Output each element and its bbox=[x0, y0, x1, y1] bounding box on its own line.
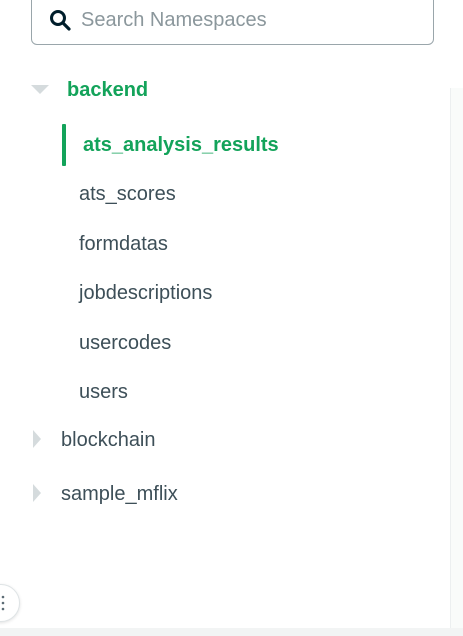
collection-label: users bbox=[79, 381, 128, 403]
database-label: sample_mflix bbox=[61, 483, 178, 505]
database-label: backend bbox=[67, 79, 149, 101]
collection-label: jobdescriptions bbox=[79, 282, 213, 304]
collection-label: usercodes bbox=[79, 332, 172, 354]
search-icon bbox=[50, 10, 71, 31]
collection-item-usercodes[interactable]: usercodes bbox=[62, 331, 432, 367]
collection-item-users[interactable]: users bbox=[62, 380, 432, 416]
collection-item-jobdescriptions[interactable]: jobdescriptions bbox=[62, 281, 432, 317]
database-item-backend[interactable]: backend bbox=[29, 78, 429, 112]
panel-resize-handle[interactable] bbox=[0, 584, 20, 622]
collection-label: formdatas bbox=[79, 233, 168, 255]
database-item-blockchain[interactable]: blockchain bbox=[29, 428, 429, 462]
collection-item-formdatas[interactable]: formdatas bbox=[62, 232, 432, 268]
bottom-border bbox=[0, 628, 463, 636]
vertical-dots-icon bbox=[1, 595, 5, 611]
collection-label: ats_analysis_results bbox=[83, 134, 279, 156]
database-label: blockchain bbox=[61, 429, 156, 451]
caret-right-icon[interactable] bbox=[29, 483, 49, 503]
collection-label: ats_scores bbox=[79, 183, 176, 205]
collection-item-ats-scores[interactable]: ats_scores bbox=[62, 182, 432, 218]
collection-item-ats-analysis-results[interactable]: ats_analysis_results bbox=[62, 124, 432, 169]
active-indicator bbox=[62, 124, 66, 166]
caret-down-icon[interactable] bbox=[30, 80, 50, 100]
database-item-sample-mflix[interactable]: sample_mflix bbox=[29, 482, 429, 516]
caret-right-icon[interactable] bbox=[29, 429, 49, 449]
namespace-sidebar: backend ats_analysis_results ats_scores … bbox=[0, 0, 463, 636]
search-input[interactable] bbox=[81, 5, 411, 35]
scroll-gutter bbox=[450, 88, 463, 628]
search-field[interactable] bbox=[31, 0, 434, 45]
